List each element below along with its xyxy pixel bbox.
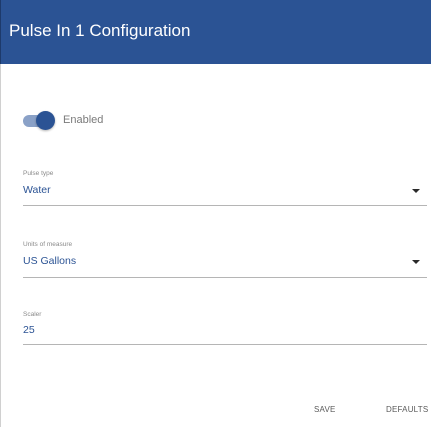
scaler-input[interactable]: 25 (22, 321, 428, 345)
dialog-left-border (0, 64, 1, 427)
units-of-measure-underline (23, 277, 427, 278)
units-of-measure-select[interactable]: US Gallons (22, 252, 428, 276)
pulse-type-underline (23, 205, 427, 206)
pulse-type-value: Water (23, 184, 51, 196)
chevron-down-icon (412, 260, 420, 264)
units-of-measure-label: Units of measure (23, 241, 73, 248)
scaler-value: 25 (23, 324, 35, 336)
enabled-toggle[interactable] (23, 111, 55, 131)
defaults-button[interactable]: DEFAULTS (386, 405, 428, 414)
save-button[interactable]: SAVE (314, 405, 336, 414)
pulse-type-select[interactable]: Water (22, 181, 428, 205)
scaler-label: Scaler (23, 311, 42, 318)
scaler-underline (23, 344, 427, 345)
dialog-header: Pulse In 1 Configuration (0, 0, 431, 64)
enabled-toggle-label: Enabled (63, 114, 104, 126)
toggle-thumb (36, 111, 55, 130)
pulse-config-dialog: Pulse In 1 Configuration Enabled Pulse t… (0, 0, 431, 427)
dialog-title: Pulse In 1 Configuration (9, 21, 191, 40)
units-of-measure-value: US Gallons (23, 255, 77, 267)
chevron-down-icon (412, 189, 420, 193)
pulse-type-label: Pulse type (23, 170, 54, 177)
